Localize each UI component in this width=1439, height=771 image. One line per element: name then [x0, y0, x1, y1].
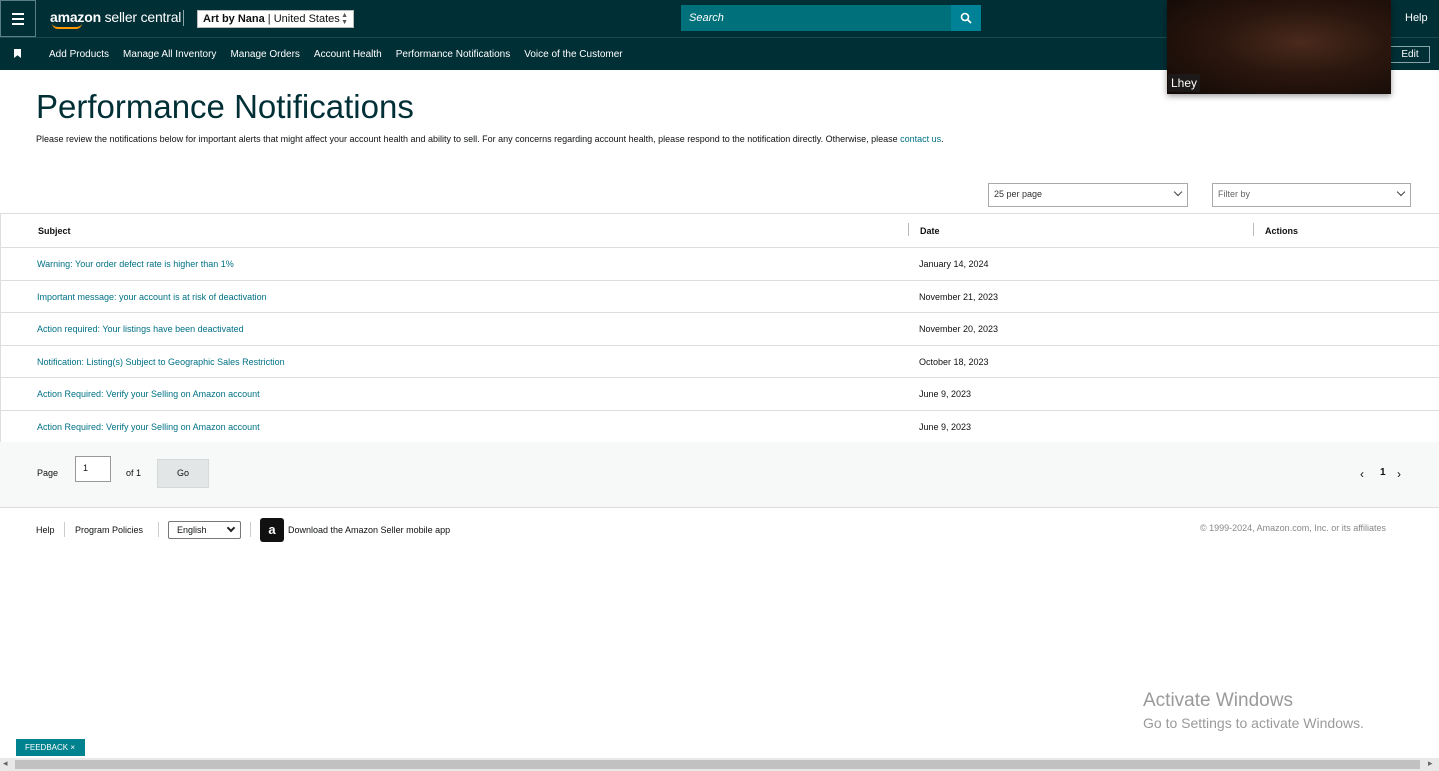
account-selector[interactable]: Art by Nana | United States ▲ ▼: [197, 10, 354, 28]
nav-item-account-health[interactable]: Account Health: [314, 49, 382, 60]
column-header-date[interactable]: Date: [920, 226, 940, 236]
intro-text: Please review the notifications below fo…: [36, 134, 944, 144]
scroll-right-icon[interactable]: ▸: [1428, 758, 1433, 769]
column-header-actions: Actions: [1265, 226, 1299, 236]
nav-item-performance-notifications[interactable]: Performance Notifications: [396, 49, 511, 60]
column-header-subject[interactable]: Subject: [38, 226, 71, 236]
footer-help-link[interactable]: Help: [36, 525, 55, 535]
program-policies-link[interactable]: Program Policies: [75, 525, 143, 535]
notification-date: June 9, 2023: [919, 389, 972, 399]
page-of-label: of 1: [126, 468, 142, 478]
notification-date: January 14, 2024: [919, 259, 989, 269]
smile-icon: [52, 23, 82, 29]
search-input[interactable]: Search: [681, 5, 952, 31]
go-button[interactable]: Go: [157, 459, 209, 488]
notification-subject-link[interactable]: Action required: Your listings have been…: [37, 324, 244, 334]
notification-subject-link[interactable]: Action Required: Verify your Selling on …: [37, 422, 260, 432]
footer-divider: [158, 522, 159, 537]
nav-items: Add Products Manage All Inventory Manage…: [49, 49, 637, 60]
notification-subject-link[interactable]: Important message: your account is at ri…: [37, 292, 267, 302]
webcam-name-label: Lhey: [1168, 74, 1201, 92]
language-select[interactable]: English: [168, 521, 241, 539]
table-row: Action required: Your listings have been…: [1, 313, 1439, 346]
nav-item-manage-orders[interactable]: Manage Orders: [230, 49, 299, 60]
page-number-input[interactable]: 1: [75, 456, 111, 482]
chevron-down-icon: [1173, 187, 1183, 197]
nav-item-add-products[interactable]: Add Products: [49, 49, 109, 60]
footer-divider: [64, 522, 65, 537]
chevron-right-icon[interactable]: ›: [1397, 467, 1401, 481]
scrollbar-thumb[interactable]: [15, 760, 1420, 769]
chevron-down-icon: [226, 523, 236, 533]
scroll-left-icon[interactable]: ◂: [3, 758, 8, 769]
notification-date: October 18, 2023: [919, 356, 989, 367]
chevron-left-icon[interactable]: ‹: [1360, 467, 1364, 481]
header-divider: [183, 10, 184, 26]
column-divider: [908, 223, 909, 236]
notification-subject-link[interactable]: Action Required: Verify your Selling on …: [37, 389, 260, 399]
help-link[interactable]: Help: [1405, 12, 1428, 24]
table-row: Important message: your account is at ri…: [1, 281, 1439, 313]
search-icon: [960, 12, 972, 24]
notification-date: November 20, 2023: [919, 324, 999, 334]
pagination-bar: Page 1 of 1 Go ‹ 1 ›: [0, 442, 1439, 508]
table-header: Subject Date Actions: [1, 214, 1439, 248]
column-divider: [1253, 223, 1254, 236]
notification-subject-link[interactable]: Notification: Listing(s) Subject to Geog…: [37, 357, 285, 367]
bookmark-icon[interactable]: [14, 49, 21, 58]
table-row: Warning: Your order defect rate is highe…: [1, 248, 1439, 281]
copyright-text: © 1999-2024, Amazon.com, Inc. or its aff…: [1200, 523, 1387, 533]
contact-us-link[interactable]: contact us: [900, 134, 941, 144]
notification-date: June 9, 2023: [919, 421, 972, 432]
notification-date: November 21, 2023: [919, 291, 999, 302]
horizontal-scrollbar[interactable]: ◂ ▸: [0, 758, 1439, 771]
chevron-down-icon: [1396, 187, 1406, 197]
nav-item-manage-inventory[interactable]: Manage All Inventory: [123, 49, 216, 60]
amazon-seller-central-logo[interactable]: amazon seller central: [50, 9, 181, 29]
notifications-table: Subject Date Actions Warning: Your order…: [0, 213, 1439, 443]
table-row: Action Required: Verify your Selling on …: [1, 411, 1439, 443]
page-label: Page: [37, 468, 59, 478]
notification-subject-link[interactable]: Warning: Your order defect rate is highe…: [37, 259, 234, 269]
current-page-number[interactable]: 1: [1380, 467, 1386, 478]
amazon-app-icon[interactable]: a: [260, 518, 284, 542]
table-row: Notification: Listing(s) Subject to Geog…: [1, 346, 1439, 378]
table-row: Action Required: Verify your Selling on …: [1, 378, 1439, 411]
filter-select[interactable]: Filter by: [1212, 183, 1411, 207]
close-icon[interactable]: ×: [70, 743, 75, 752]
feedback-button[interactable]: FEEDBACK ×: [16, 739, 85, 756]
edit-nav-button[interactable]: Edit: [1390, 46, 1430, 63]
download-app-link[interactable]: Download the Amazon Seller mobile app: [288, 525, 450, 535]
nav-item-voice-of-customer[interactable]: Voice of the Customer: [524, 49, 622, 60]
webcam-overlay: [1167, 0, 1391, 94]
updown-arrows-icon: ▲ ▼: [341, 12, 348, 26]
footer-divider: [250, 522, 251, 537]
footer: Help Program Policies English a Download…: [0, 516, 1439, 546]
activate-windows-watermark: Activate Windows Go to Settings to activ…: [1143, 690, 1364, 731]
page-title: Performance Notifications: [36, 88, 414, 125]
search-button[interactable]: [951, 5, 981, 31]
hamburger-menu-button[interactable]: [0, 0, 36, 37]
per-page-select[interactable]: 25 per page: [988, 183, 1188, 207]
